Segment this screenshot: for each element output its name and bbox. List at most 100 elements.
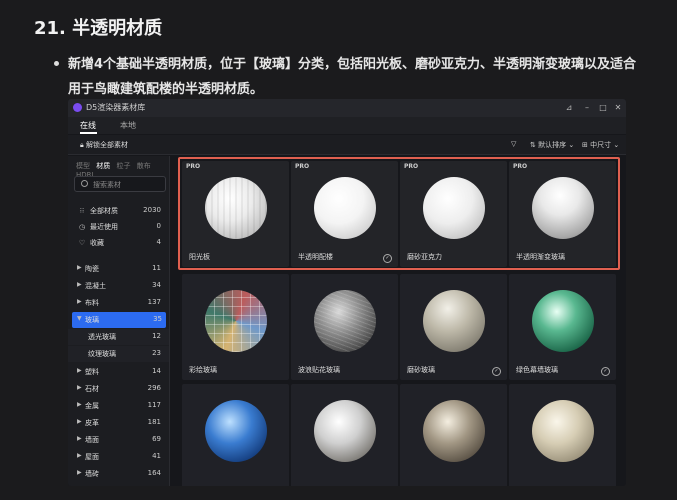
sidebar-folder[interactable]: ▶ 屋面 41 [68, 449, 169, 465]
search-icon [81, 180, 88, 187]
folder-label: 玻璃 [85, 316, 99, 324]
folder-count: 296 [147, 384, 161, 392]
cat-tab-particles[interactable]: 粒子 [116, 162, 130, 170]
sidebar: 模型 材质 粒子 散布 HDRI 搜索素材 ⁝⁝ 全部材质 2030 ◷ 最近使… [68, 156, 170, 486]
clock-icon: ◷ [78, 223, 86, 231]
material-preview-sphere [314, 400, 376, 462]
size-dropdown[interactable]: ⊞ 中尺寸 ⌄ [582, 140, 619, 150]
caret-right-icon: ▶ [77, 469, 82, 476]
caret-right-icon: ▶ [77, 367, 82, 374]
cat-tab-materials[interactable]: 材质 [96, 162, 110, 170]
folder-count: 11 [152, 264, 161, 272]
sidebar-folder[interactable]: ▶ 石材 296 [68, 381, 169, 397]
cat-tab-models[interactable]: 模型 [76, 162, 90, 170]
active-tab-underline [80, 132, 97, 134]
window-title: D5渲染器素材库 [86, 103, 146, 112]
close-icon[interactable]: ✕ [611, 101, 625, 115]
pin-icon[interactable]: ⊿ [562, 101, 576, 115]
tab-online[interactable]: 在线 [80, 120, 96, 131]
cat-tab-scatter[interactable]: 散布 [137, 162, 151, 170]
folder-count: 41 [152, 452, 161, 460]
stained-glass-pattern [205, 290, 267, 352]
tab-local[interactable]: 本地 [120, 120, 136, 131]
material-name: 绿色幕墙玻璃 [516, 366, 558, 374]
sidebar-folder-selected[interactable]: ▼ 玻璃 35 [72, 312, 166, 328]
subfolder-count: 23 [152, 349, 161, 357]
sidebar-folder[interactable]: ▶ 皮革 181 [68, 415, 169, 431]
size-label: 中尺寸 [590, 141, 612, 149]
material-name: 波浪贴花玻璃 [298, 366, 340, 374]
caret-right-icon: ▶ [77, 384, 82, 391]
sidebar-subfolder[interactable]: 透光玻璃 12 [68, 329, 169, 345]
folder-count: 35 [153, 315, 162, 323]
sidebar-folder[interactable]: ▶ 陶瓷 11 [68, 261, 169, 277]
sidebar-folder[interactable]: ▶ 布料 137 [68, 295, 169, 311]
new-materials-highlight [178, 157, 620, 270]
sidebar-item-favorites[interactable]: ♡ 收藏 4 [68, 235, 169, 251]
article-description: 新增4个基础半透明材质，位于【玻璃】分类，包括阳光板、磨砂亚克力、半透明渐变玻璃… [68, 57, 637, 97]
maximize-icon[interactable]: □ [596, 101, 610, 115]
minimize-icon[interactable]: – [580, 101, 594, 115]
sidebar-subfolder[interactable]: 纹理玻璃 23 [68, 346, 169, 362]
material-preview-sphere [423, 400, 485, 462]
folder-label: 塑料 [85, 368, 99, 376]
filter-icon[interactable]: ▽ [511, 140, 516, 148]
asset-library-window: D5渲染器素材库 ⊿ – □ ✕ 在线 本地 🔒︎ 解锁全部素材 ▽ ⇅ 默认排… [68, 99, 626, 486]
wave-pattern [314, 290, 376, 352]
search-placeholder: 搜索素材 [93, 181, 121, 189]
caret-right-icon: ▶ [77, 401, 82, 408]
sidebar-item-count: 0 [156, 222, 161, 230]
folder-label: 金属 [85, 402, 99, 410]
sidebar-folder[interactable]: ▶ 墙砖 164 [68, 466, 169, 482]
sidebar-folder[interactable]: ▶ 塑料 14 [68, 364, 169, 380]
unlock-all-button[interactable]: 🔒︎ 解锁全部素材 [80, 140, 128, 150]
bullet-dot [54, 61, 59, 66]
sidebar-folder[interactable]: ▶ 混凝土 34 [68, 278, 169, 294]
sort-icon: ⇅ [530, 141, 536, 149]
folder-label: 陶瓷 [85, 265, 99, 273]
sidebar-item-label: 最近使用 [90, 223, 118, 231]
caret-right-icon: ▶ [77, 298, 82, 305]
material-card[interactable]: 彩绘玻璃 [182, 274, 289, 380]
material-card[interactable] [400, 384, 507, 486]
subfolder-label: 透光玻璃 [88, 333, 116, 341]
sort-label: 默认排序 [538, 141, 567, 149]
check-circle-icon: ✓ [601, 367, 610, 376]
folder-label: 石材 [85, 385, 99, 393]
check-circle-icon: ✓ [492, 367, 501, 376]
caret-right-icon: ▶ [77, 264, 82, 271]
grid-size-icon: ⊞ [582, 141, 588, 149]
sidebar-item-label: 收藏 [90, 239, 104, 247]
sidebar-folder[interactable]: ▶ 金属 117 [68, 398, 169, 414]
sidebar-folder[interactable]: ▶ 墙面 69 [68, 432, 169, 448]
material-card[interactable]: 绿色幕墙玻璃 ✓ [509, 274, 616, 380]
material-card[interactable]: 波浪贴花玻璃 [291, 274, 398, 380]
heart-icon: ♡ [78, 239, 86, 247]
title-bar: D5渲染器素材库 ⊿ – □ ✕ [68, 99, 626, 117]
folder-label: 皮革 [85, 419, 99, 427]
material-preview-sphere [532, 290, 594, 352]
material-card[interactable] [291, 384, 398, 486]
sort-dropdown[interactable]: ⇅ 默认排序 ⌄ [530, 140, 574, 150]
folder-label: 墙面 [85, 436, 99, 444]
sidebar-item-all-materials[interactable]: ⁝⁝ 全部材质 2030 [68, 203, 169, 219]
material-card[interactable] [182, 384, 289, 486]
caret-right-icon: ▶ [77, 281, 82, 288]
grid-icon: ⁝⁝ [79, 207, 85, 215]
folder-count: 137 [147, 298, 161, 306]
folder-count: 181 [147, 418, 161, 426]
sidebar-item-count: 2030 [143, 206, 161, 214]
folder-label: 布料 [85, 299, 99, 307]
chevron-down-icon: ⌄ [568, 141, 575, 149]
material-card[interactable]: 磨砂玻璃 ✓ [400, 274, 507, 380]
folder-count: 34 [152, 281, 161, 289]
material-name: 彩绘玻璃 [189, 366, 217, 374]
folder-count: 69 [152, 435, 161, 443]
sidebar-item-recent[interactable]: ◷ 最近使用 0 [68, 219, 169, 235]
search-input[interactable]: 搜索素材 [74, 176, 166, 192]
folder-label: 屋面 [85, 453, 99, 461]
material-card[interactable] [509, 384, 616, 486]
folder-label: 墙砖 [85, 470, 99, 478]
subfolder-count: 12 [152, 332, 161, 340]
caret-right-icon: ▶ [77, 452, 82, 459]
